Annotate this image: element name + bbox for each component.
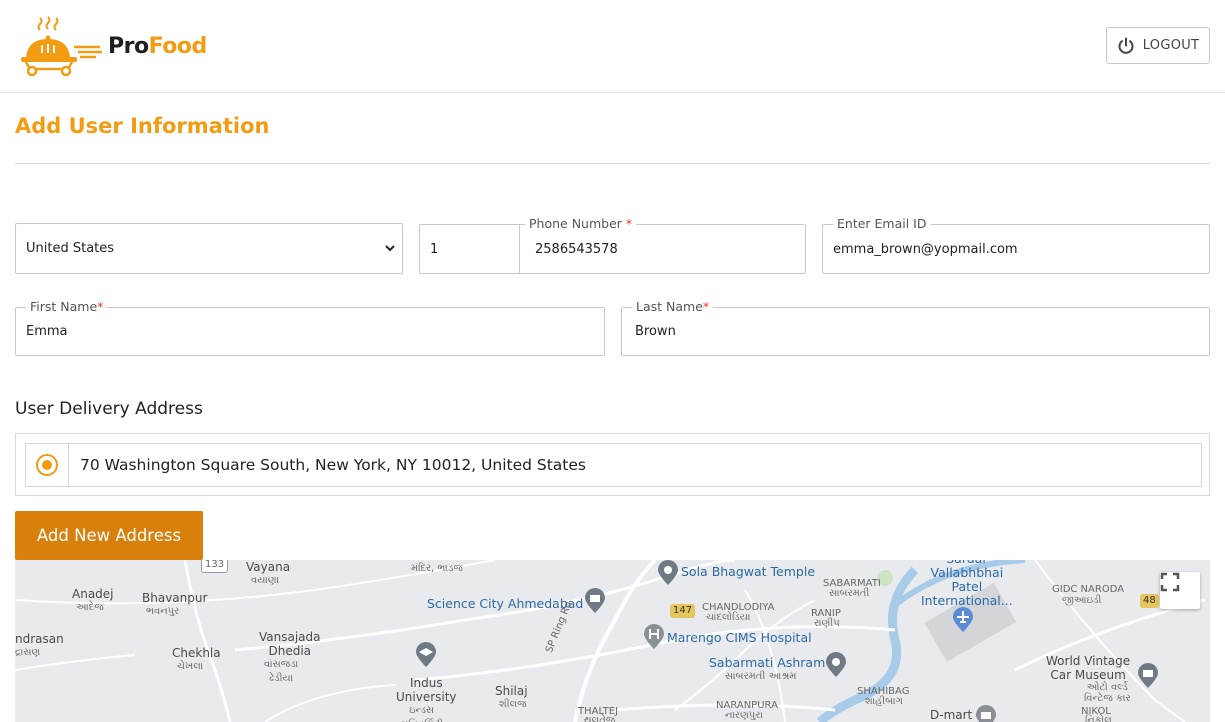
radio-selected-dot xyxy=(42,460,52,470)
brand-name-food: Food xyxy=(148,33,208,59)
add-new-address-button[interactable]: Add New Address xyxy=(15,511,203,560)
app-header: ProFood LOGOUT xyxy=(0,0,1225,93)
map-fullscreen-button[interactable] xyxy=(1160,572,1200,609)
map-label-world-vintage-gu: ઓટો વર્લ્ડ વિન્ટેજ કાર xyxy=(1084,682,1131,704)
highway-shield-147: 147 xyxy=(670,604,696,618)
address-radio[interactable] xyxy=(36,454,58,476)
last-name-field[interactable]: Last Name* xyxy=(621,299,1210,356)
phone-number-label: Phone Number * xyxy=(525,216,637,232)
hospital-pin-icon[interactable] xyxy=(643,624,665,650)
map-label-marengo: Marengo CIMS Hospital xyxy=(667,630,812,645)
required-mark: * xyxy=(625,216,633,231)
map-label-ranip-gu: રાણીપ xyxy=(814,618,840,629)
brand-name-pro: Pro xyxy=(108,33,149,59)
first-name-label: First Name* xyxy=(26,299,108,315)
map-label-vansajada: Vansajada Dhedia xyxy=(259,630,321,658)
map-label-sola-temple: Sola Bhagwat Temple xyxy=(681,564,816,579)
email-field[interactable]: Enter Email ID xyxy=(822,216,1210,274)
map-roads xyxy=(15,560,1206,722)
country-select[interactable]: United States xyxy=(15,223,403,274)
university-pin-icon[interactable] xyxy=(415,642,437,668)
map-label-naranpura-gu: નારણપુરા xyxy=(725,710,763,721)
map-label-chekhla: Chekhla xyxy=(172,646,221,660)
map-label-nikol-gu: નિકોલ xyxy=(1085,715,1112,722)
brand-logo[interactable]: ProFood xyxy=(18,15,207,77)
address-item[interactable]: 70 Washington Square South, New York, NY… xyxy=(25,443,1202,487)
last-name-label: Last Name* xyxy=(632,299,714,315)
map-label-anadej: Anadej xyxy=(72,587,114,601)
airport-pin-icon[interactable] xyxy=(952,607,974,633)
address-radio-cell[interactable] xyxy=(26,444,69,486)
map-label-anadej-gu: આદેજ xyxy=(76,602,104,613)
ashram-pin-icon[interactable] xyxy=(825,652,847,678)
phone-number-group: Phone Number * xyxy=(419,216,806,274)
map-label-shilaj: Shilaj xyxy=(495,684,528,698)
phone-country-code[interactable] xyxy=(420,225,520,273)
phone-number-input[interactable] xyxy=(535,225,805,273)
phone-label-text: Phone Number xyxy=(529,216,622,231)
first-name-input[interactable] xyxy=(16,308,604,355)
map-label-bhavanpur-gu: ભવનપુર xyxy=(146,606,180,617)
map-label-vayana: Vayana xyxy=(246,560,291,574)
map-label-indus: Indus University xyxy=(396,676,457,704)
map-label-ndrasan: ndrasan xyxy=(15,632,64,646)
last-name-input[interactable] xyxy=(622,308,1209,355)
map-view[interactable]: 133 147 48 મંદિર, ભાડજ Vayana વયાણા Anad… xyxy=(15,560,1210,722)
map-label-vansajada-gu: વાંસજડા ઢેડીયા xyxy=(264,659,299,684)
address-text: 70 Washington Square South, New York, NY… xyxy=(80,456,586,474)
last-name-label-text: Last Name xyxy=(636,299,703,314)
first-name-label-text: First Name xyxy=(30,299,98,314)
map-label-gidc-gu: જીઆઇડી xyxy=(1062,595,1102,606)
map-label-dmart: D-mart xyxy=(930,708,973,722)
map-label-sabarmati-gu: સાબરમતી xyxy=(829,588,870,599)
country-dropdown[interactable]: United States xyxy=(16,224,402,273)
map-label-chandlodiya-gu: ચાંદલોડિયા xyxy=(706,612,751,623)
address-list: 70 Washington Square South, New York, NY… xyxy=(15,433,1210,496)
required-mark: * xyxy=(97,299,104,314)
map-label-mandir: મંદિર, ભાડજ xyxy=(411,563,463,574)
map-label-shilaj-gu: શીલજ xyxy=(499,699,527,710)
delivery-address-heading: User Delivery Address xyxy=(15,399,203,419)
phone-code-input[interactable] xyxy=(430,225,519,273)
email-input[interactable] xyxy=(823,225,1209,273)
map-label-indus-gu: ઇન્ડસ યુનિવર્સિટી xyxy=(400,705,443,722)
first-name-field[interactable]: First Name* xyxy=(15,299,605,356)
map-label-sabarmati-ashram: Sabarmati Ashram xyxy=(709,655,826,670)
food-cart-logo-icon xyxy=(21,16,102,77)
map-label-thaltej-gu: થલતેજ xyxy=(584,715,616,722)
shopping-pin-icon[interactable] xyxy=(975,705,997,722)
map-label-chekhla-gu: ચેખલા xyxy=(177,661,204,672)
highway-shield-133: 133 xyxy=(201,560,229,573)
phone-number-wrap[interactable] xyxy=(520,225,805,273)
page-title: Add User Information xyxy=(15,114,270,138)
map-label-shahibag-gu: શાહીબાગ xyxy=(865,696,903,707)
map-label-sabarmati-ashram-gu: સાબરમતી આશ્રમ xyxy=(725,671,797,682)
map-label-ndrasan-gu: દ્રાસણ xyxy=(15,647,41,658)
email-label: Enter Email ID xyxy=(833,216,931,232)
temple-pin-icon[interactable] xyxy=(657,560,679,586)
map-label-world-vintage: World Vintage Car Museum xyxy=(1046,654,1131,682)
highway-shield-48: 48 xyxy=(1140,594,1159,608)
map-label-bhavanpur: Bhavanpur xyxy=(142,591,208,605)
fullscreen-icon xyxy=(1160,572,1180,592)
museum-pin-icon[interactable] xyxy=(584,588,606,614)
title-divider xyxy=(15,163,1210,164)
logout-label: LOGOUT xyxy=(1142,38,1200,53)
map-label-vayana-gu: વયાણા xyxy=(251,575,280,586)
logout-button[interactable]: LOGOUT xyxy=(1106,27,1210,64)
map-label-airport: Sardar Vallabhbhai Patel International..… xyxy=(921,560,1013,608)
power-icon xyxy=(1118,37,1134,54)
brand-name: ProFood xyxy=(108,34,207,59)
required-mark: * xyxy=(702,299,710,314)
car-museum-pin-icon[interactable] xyxy=(1137,663,1159,689)
